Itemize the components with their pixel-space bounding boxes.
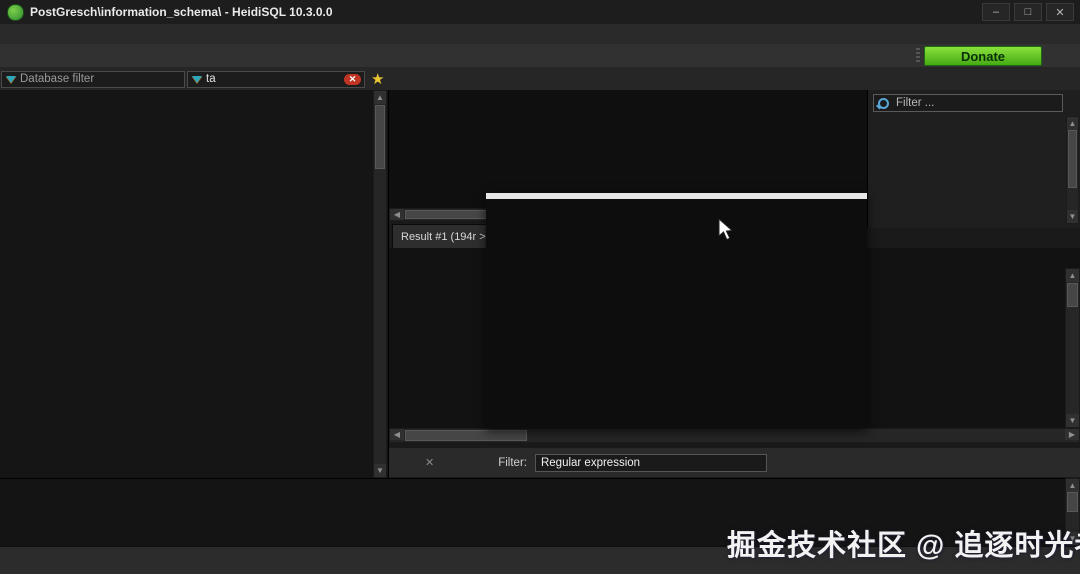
grid-hscrollbar[interactable]: ◀ ▶ xyxy=(389,428,1080,443)
scrollbar-thumb[interactable] xyxy=(1068,130,1077,188)
database-filter-box xyxy=(1,71,185,88)
filter-tab-row: ✕ ★ xyxy=(0,68,1080,91)
clear-grid-filter-icon[interactable]: ✕ xyxy=(425,456,434,469)
scroll-down-icon[interactable]: ▼ xyxy=(1066,414,1079,427)
title-bar: PostGresch\information_schema\ - HeidiSQ… xyxy=(0,0,1080,25)
scrollbar-thumb[interactable] xyxy=(375,105,385,169)
scrollbar-thumb[interactable] xyxy=(1067,283,1078,307)
helper-scrollbar[interactable]: ▲ ▼ xyxy=(1066,116,1079,224)
heidisql-window: PostGresch\information_schema\ - HeidiSQ… xyxy=(0,0,1080,574)
scrollbar-thumb[interactable] xyxy=(405,210,495,219)
database-filter-input[interactable] xyxy=(20,73,180,85)
autocomplete-dropdown xyxy=(486,193,867,428)
scroll-up-icon[interactable]: ▲ xyxy=(1066,479,1079,492)
table-filter-input[interactable] xyxy=(206,73,360,85)
helper-filter-box xyxy=(873,94,1063,112)
window-controls: – □ ✕ xyxy=(982,3,1080,21)
result-tab[interactable]: Result #1 (194r > xyxy=(392,224,495,250)
mouse-cursor xyxy=(718,218,735,245)
watermark: 掘金技术社区 @ 追逐时光者 xyxy=(727,522,1080,564)
maximize-button[interactable]: □ xyxy=(1014,3,1042,21)
scroll-down-icon[interactable]: ▼ xyxy=(374,464,386,477)
donate-button[interactable]: Donate xyxy=(924,46,1042,66)
minimize-button[interactable]: – xyxy=(982,3,1010,21)
scrollbar-thumb[interactable] xyxy=(1067,492,1078,512)
tree-scrollbar[interactable]: ▲ ▼ xyxy=(373,90,387,478)
helper-filter-input[interactable] xyxy=(894,96,1058,110)
clear-filter-icon[interactable]: ✕ xyxy=(344,74,361,85)
window-title: PostGresch\information_schema\ - HeidiSQ… xyxy=(30,5,333,19)
menu-bar xyxy=(0,24,1080,44)
database-tree[interactable] xyxy=(0,90,389,478)
scroll-up-icon[interactable]: ▲ xyxy=(1066,269,1079,282)
grid-filter-input[interactable] xyxy=(535,454,767,472)
app-icon xyxy=(7,4,24,21)
close-button[interactable]: ✕ xyxy=(1046,3,1074,21)
scroll-right-icon[interactable]: ▶ xyxy=(1065,429,1079,440)
scroll-up-icon[interactable]: ▲ xyxy=(374,91,386,104)
funnel-icon xyxy=(192,76,202,83)
scroll-down-icon[interactable]: ▼ xyxy=(1067,210,1078,223)
scroll-left-icon[interactable]: ◀ xyxy=(390,209,404,220)
toolbar-grip xyxy=(916,48,920,64)
sql-editor[interactable] xyxy=(389,90,867,208)
favorites-star-icon[interactable]: ★ xyxy=(371,70,384,88)
grid-vscrollbar[interactable]: ▲ ▼ xyxy=(1065,268,1080,428)
query-workspace: ◀ Result #1 (194r > ▲ ▼ ◀ ▶ ✕ F xyxy=(389,90,1080,478)
grid-filter-bar: ✕ Filter: xyxy=(389,447,1080,477)
scrollbar-thumb[interactable] xyxy=(405,430,527,441)
dropdown-scrollbar[interactable] xyxy=(486,193,867,199)
helper-panel: ▲ ▼ xyxy=(867,90,1080,228)
funnel-icon xyxy=(6,76,16,83)
helper-tree xyxy=(873,116,1049,226)
grid-filter-label: Filter: xyxy=(498,457,527,469)
main-area: ▲ ▼ ◀ Result #1 (194r > ▲ ▼ xyxy=(0,90,1080,478)
scroll-up-icon[interactable]: ▲ xyxy=(1067,117,1078,130)
scroll-left-icon[interactable]: ◀ xyxy=(390,429,404,440)
search-icon xyxy=(878,98,889,109)
table-filter-box: ✕ xyxy=(187,71,365,88)
